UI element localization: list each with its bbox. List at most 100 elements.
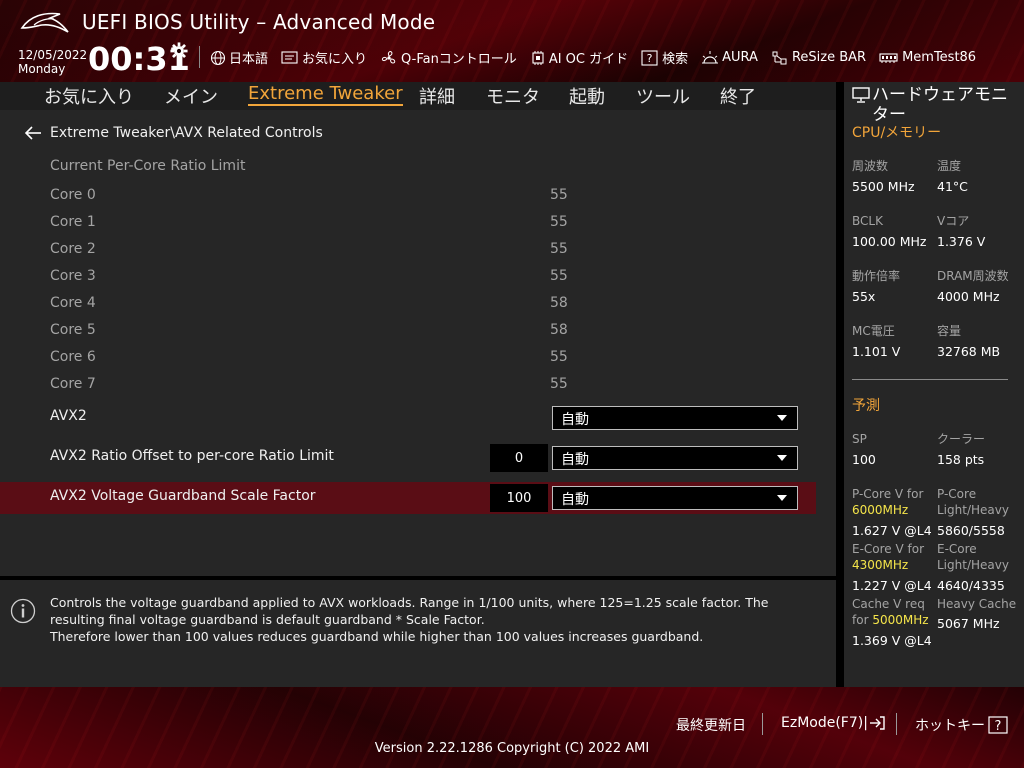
- hardware-monitor: ハードウェアモニター CPU/メモリー 周波数 温度 5500 MHz 41°C…: [844, 82, 1024, 687]
- toolbar-ai-oc[interactable]: AI OC ガイド: [530, 48, 628, 67]
- ecore-lh-label: E-Core Light/Heavy: [937, 541, 1009, 573]
- settings-panel: Extreme Tweaker\AVX Related Controls Cur…: [0, 110, 836, 576]
- info-icon: [10, 598, 36, 624]
- ai-oc-icon: [532, 50, 544, 65]
- memtest-icon: [879, 52, 898, 63]
- mc-voltage-value: 1.101 V: [852, 344, 901, 359]
- toolbar-memtest[interactable]: MemTest86: [879, 50, 976, 66]
- help-icon: ?: [988, 716, 1008, 734]
- toolbar-language[interactable]: 日本語: [210, 48, 268, 67]
- footer-divider: [762, 713, 763, 735]
- footer-bar: 最終更新日 EzMode(F7)| ホットキー ? Version 2.22.1…: [0, 687, 1024, 768]
- avx2-guardband-input[interactable]: 100: [490, 484, 548, 512]
- rog-logo-icon: [20, 12, 69, 33]
- toolbar: 日本語 お気に入り Q-Fanコントロール AI OC ガイド ? 検索 AUR…: [210, 48, 989, 67]
- header-divider: [199, 46, 200, 68]
- help-text: Controls the voltage guardband applied t…: [50, 594, 820, 645]
- help-line-1: Controls the voltage guardband applied t…: [50, 595, 769, 627]
- bclk-label: BCLK: [852, 214, 883, 228]
- tab-favorites[interactable]: お気に入り: [44, 83, 134, 109]
- pcore-lh-label-1: P-Core: [937, 487, 977, 501]
- toolbar-resize-bar[interactable]: ReSize BAR: [771, 50, 866, 66]
- tab-advanced[interactable]: 詳細: [419, 83, 455, 109]
- avx2-dropdown[interactable]: 自動: [552, 406, 798, 430]
- tab-main[interactable]: メイン: [164, 83, 218, 109]
- toolbar-search[interactable]: ? 検索: [641, 48, 688, 67]
- ratio-value: 55x: [852, 289, 876, 304]
- day-text: Monday: [18, 62, 66, 76]
- chevron-down-icon: [777, 495, 787, 501]
- avx2-offset-input[interactable]: 0: [490, 444, 548, 472]
- core-1-label: Core 1: [50, 214, 96, 230]
- core-4-label: Core 4: [50, 295, 96, 311]
- ecore-v-value: 1.227 V @L4: [852, 578, 932, 593]
- tab-boot[interactable]: 起動: [569, 83, 605, 109]
- avx2-guardband-dropdown[interactable]: 自動: [552, 486, 798, 510]
- avx2-offset-dropdown[interactable]: 自動: [552, 446, 798, 470]
- capacity-value: 32768 MB: [937, 344, 1001, 359]
- vcore-value: 1.376 V: [937, 234, 986, 249]
- tab-extreme-tweaker[interactable]: Extreme Tweaker: [248, 83, 403, 106]
- last-modified-button[interactable]: 最終更新日: [676, 715, 746, 735]
- avx2-offset-label: AVX2 Ratio Offset to per-core Ratio Limi…: [50, 448, 334, 464]
- toolbar-aura[interactable]: AURA: [701, 50, 758, 66]
- hotkeys-button[interactable]: ホットキー ?: [915, 715, 1010, 735]
- core-7-value: 55: [550, 376, 568, 392]
- cache-v-value: 1.369 V @L4: [852, 633, 932, 648]
- avx2-selected: 自動: [561, 412, 589, 428]
- gear-icon[interactable]: [170, 42, 188, 60]
- pcore-v-freq: 6000MHz: [852, 503, 909, 517]
- avx2-guardband-label: AVX2 Voltage Guardband Scale Factor: [50, 488, 316, 504]
- pcore-lh-label-2: Light/Heavy: [937, 503, 1009, 517]
- heavy-cache-value: 5067 MHz: [937, 616, 1000, 631]
- core-5-label: Core 5: [50, 322, 96, 338]
- toolbar-aura-label: AURA: [722, 50, 758, 65]
- pcore-v-label-text: P-Core V for: [852, 487, 924, 501]
- tab-exit[interactable]: 終了: [720, 83, 756, 109]
- breadcrumb: Extreme Tweaker\AVX Related Controls: [50, 125, 323, 141]
- toolbar-resize-bar-label: ReSize BAR: [791, 50, 867, 65]
- cpu-memory-section: CPU/メモリー: [852, 125, 942, 141]
- ecore-v-label: E-Core V for 4300MHz: [852, 541, 924, 573]
- sp-label: SP: [852, 432, 867, 446]
- core-0-value: 55: [550, 187, 568, 203]
- toolbar-memtest-label: MemTest86: [902, 50, 977, 65]
- frequency-label: 周波数: [852, 159, 889, 173]
- tab-monitor[interactable]: モニタ: [486, 83, 540, 109]
- per-core-ratio-heading: Current Per-Core Ratio Limit: [50, 158, 246, 174]
- main-nav: お気に入り メイン Extreme Tweaker 詳細 モニタ 起動 ツール …: [0, 82, 836, 110]
- pcore-v-value: 1.627 V @L4: [852, 523, 932, 538]
- avx2-guardband-selected: 自動: [561, 492, 589, 508]
- resize-bar-icon: [772, 51, 787, 64]
- date-text: 12/05/2022: [18, 48, 88, 62]
- vcore-label: Vコア: [937, 214, 970, 228]
- toolbar-qfan[interactable]: Q-Fanコントロール: [380, 48, 517, 67]
- svg-text:?: ?: [647, 52, 653, 65]
- toolbar-favorites[interactable]: お気に入り: [281, 48, 367, 67]
- cache-v-label-2-row: for 5000MHz: [852, 612, 929, 628]
- prediction-section: 予測: [852, 398, 880, 414]
- ezmode-button[interactable]: EzMode(F7)|: [781, 715, 886, 731]
- app-title: UEFI BIOS Utility – Advanced Mode: [82, 10, 436, 34]
- mc-voltage-label: MC電圧: [852, 324, 895, 338]
- ecore-v-freq: 4300MHz: [852, 558, 909, 572]
- chevron-down-icon: [777, 455, 787, 461]
- core-5-value: 58: [550, 322, 568, 338]
- toolbar-ai-oc-label: AI OC ガイド: [548, 52, 629, 67]
- ecore-v-label-text: E-Core V for: [852, 542, 925, 556]
- svg-text:?: ?: [995, 719, 1002, 734]
- back-arrow-icon[interactable]: [24, 126, 42, 140]
- pcore-lh-value: 5860/5558: [937, 523, 1005, 538]
- toolbar-language-label: 日本語: [229, 52, 269, 67]
- date-display: 12/05/2022 Monday: [18, 48, 87, 76]
- help-line-2: Therefore lower than 100 values reduces …: [50, 629, 704, 644]
- help-panel: Controls the voltage guardband applied t…: [0, 580, 836, 687]
- cooler-label: クーラー: [937, 432, 986, 446]
- footer-divider: [896, 713, 897, 735]
- help-search-icon: ?: [641, 49, 658, 66]
- core-1-value: 55: [550, 214, 568, 230]
- toolbar-favorites-label: お気に入り: [302, 52, 368, 67]
- heavy-cache-label: Heavy Cache: [937, 597, 1017, 611]
- tab-tool[interactable]: ツール: [636, 83, 690, 109]
- dram-frequency-label: DRAM周波数: [937, 269, 1009, 283]
